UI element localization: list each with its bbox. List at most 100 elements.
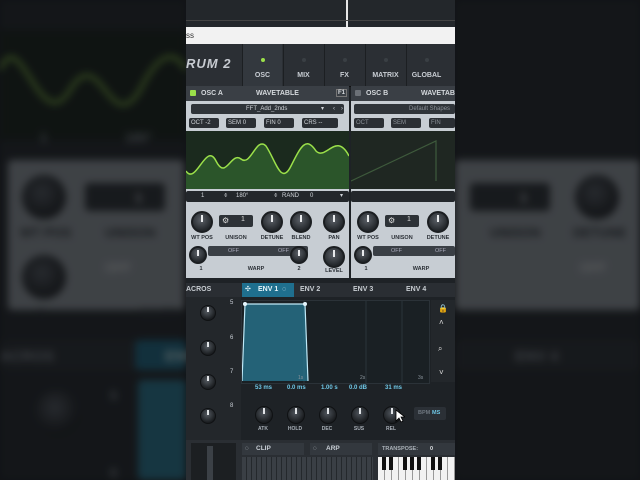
env-tab-bar: ACROS ✣ ENV 1 ◌ ENV 2 ENV 3 ENV 4 (186, 283, 455, 297)
tab-mix[interactable]: MIX (283, 44, 323, 86)
osc-b-enable-toggle[interactable] (355, 90, 361, 96)
osc-a-wave-controls: 1 ⌽ 180° ⌽ RAND 0 ▾ (186, 191, 349, 202)
macro-8-knob[interactable] (200, 408, 216, 424)
tab-matrix[interactable]: MATRIX (365, 44, 405, 86)
osc-a-warp-2-knob[interactable] (290, 246, 308, 264)
black-key[interactable] (382, 457, 386, 470)
black-key[interactable] (403, 457, 407, 470)
tab-mix-indicator (301, 58, 306, 62)
dec-label: DEC (321, 426, 333, 432)
pitch-wheel[interactable] (207, 446, 213, 480)
black-key[interactable] (431, 457, 435, 470)
osc-a-enable-toggle[interactable] (190, 90, 196, 96)
osc-a-detune-label: DETUNE (260, 235, 284, 241)
osc-a-wavetable-display[interactable] (186, 131, 350, 189)
arp-header[interactable]: ◌ ARP (310, 443, 372, 455)
keyboard[interactable] (378, 457, 455, 480)
osc-b-wtpos-label: WT POS (357, 235, 379, 241)
osc-a-detune-knob[interactable] (261, 211, 283, 233)
lock-icon[interactable]: 🔒 (438, 304, 448, 313)
osc-a-next-icon[interactable]: › (341, 104, 343, 114)
mouse-cursor (395, 409, 405, 423)
osc-a-warp-1-knob[interactable] (189, 246, 207, 264)
move-icon[interactable]: ✣ (245, 283, 251, 297)
tab-osc[interactable]: OSC (242, 44, 282, 86)
osc-b-warp-left: OFF (391, 248, 402, 254)
atk-knob[interactable] (255, 406, 273, 424)
bpm-ms-toggle[interactable]: BPM MS (414, 407, 446, 420)
osc-a-table-name: FFT_Add_2nds (246, 106, 288, 112)
osc-a-dropdown-icon[interactable]: ▾ (340, 191, 343, 201)
osc-a-fin-field[interactable]: FIN 0 (264, 118, 294, 128)
black-key[interactable] (389, 457, 393, 470)
osc-b-wtpos-knob[interactable] (357, 211, 379, 233)
osc-a-unison-value: 1 (241, 216, 245, 223)
daw-title-text: ss (186, 31, 194, 40)
osc-a-wtpos-knob[interactable] (191, 211, 213, 233)
osc-a-phase[interactable]: 180° (236, 191, 248, 201)
osc-a-prev-icon[interactable]: ‹ (333, 104, 335, 114)
black-key[interactable] (438, 457, 442, 470)
tab-env-1[interactable]: ✣ ENV 1 ◌ (242, 283, 294, 297)
osc-b-oct-field[interactable]: OCT (354, 118, 384, 128)
osc-b-table-selector[interactable]: Default Shapes (354, 104, 455, 114)
sus-knob[interactable] (351, 406, 369, 424)
tab-fx[interactable]: FX (324, 44, 364, 86)
hold-knob[interactable] (287, 406, 305, 424)
dec-knob[interactable] (319, 406, 337, 424)
envelope-svg (241, 301, 403, 383)
envelope-graph[interactable]: 1s 2s 3s (241, 300, 430, 384)
graph-tick-3s: 3s (418, 375, 424, 381)
zoom-icon[interactable]: ⌕ (438, 344, 442, 354)
mod-wheels[interactable] (191, 443, 236, 480)
tab-env-2[interactable]: ENV 2 (300, 283, 320, 297)
chevron-down-icon[interactable]: ˅ (439, 368, 444, 377)
osc-b-unison-box[interactable]: ⚙ 1 (385, 215, 419, 227)
osc-a-level-knob[interactable] (323, 246, 345, 268)
transpose-control[interactable]: TRANSPOSE: 0 (378, 443, 455, 455)
macro-5-knob[interactable] (200, 305, 216, 321)
black-key[interactable] (410, 457, 414, 470)
clip-header[interactable]: ◌ CLIP (242, 443, 304, 455)
osc-a-unison-box[interactable]: ⚙ 1 (219, 215, 253, 227)
osc-a-frame[interactable]: 1 (201, 191, 204, 201)
osc-b-warp-1-label: 1 (364, 266, 368, 272)
ms-label: MS (432, 410, 441, 416)
osc-a-table-menu-icon[interactable]: ▾ (321, 104, 324, 114)
osc-b-wavetable-display[interactable] (350, 131, 455, 189)
osc-a-edit-button[interactable]: F1 (336, 89, 348, 97)
tab-env-4[interactable]: ENV 4 (406, 283, 426, 297)
osc-a-crs-field[interactable]: CRS -- (302, 118, 338, 128)
cursor-arrow (395, 409, 405, 423)
osc-a-sem-field[interactable]: SEM 0 (226, 118, 256, 128)
env-decay-point[interactable] (303, 302, 307, 306)
osc-b-warp-selector[interactable]: OFF OFF (373, 246, 455, 256)
env-attack-point[interactable] (243, 302, 247, 306)
tab-global[interactable]: GLOBAL (406, 44, 446, 86)
osc-a-table-selector[interactable]: FFT_Add_2nds ▾ ‹ › (191, 104, 344, 114)
osc-a-oct-field[interactable]: OCT -2 (189, 118, 219, 128)
tab-env-3[interactable]: ENV 3 (353, 283, 373, 297)
macro-7-knob[interactable] (200, 374, 216, 390)
osc-b-title: OSC B (366, 90, 389, 97)
osc-a-pan-knob[interactable] (323, 211, 345, 233)
osc-b-fin-field[interactable]: FIN (429, 118, 455, 128)
osc-b-warp-1-knob[interactable] (354, 246, 372, 264)
transpose-label: TRANSPOSE: (382, 446, 419, 452)
atk-label: ATK (258, 426, 268, 432)
chevron-up-icon[interactable]: ˄ (439, 318, 444, 327)
black-key[interactable] (417, 457, 421, 470)
osc-b-detune-label: DETUNE (426, 235, 450, 241)
osc-b-sem-field[interactable]: SEM (391, 118, 421, 128)
osc-a-warp-2-label: 2 (297, 266, 301, 272)
clip-piano-roll[interactable] (242, 457, 373, 480)
tab-matrix-indicator (383, 58, 388, 62)
tab-macros[interactable]: ACROS (186, 283, 211, 297)
osc-b-detune-knob[interactable] (427, 211, 449, 233)
osc-b-oct-label: OCT (356, 120, 369, 126)
macro-6-knob[interactable] (200, 340, 216, 356)
osc-a-blend-knob[interactable] (290, 211, 312, 233)
osc-b-unison-value: 1 (407, 216, 411, 223)
osc-a-type: WAVETABLE (256, 90, 299, 97)
osc-a-rand-value[interactable]: 0 (310, 191, 313, 201)
